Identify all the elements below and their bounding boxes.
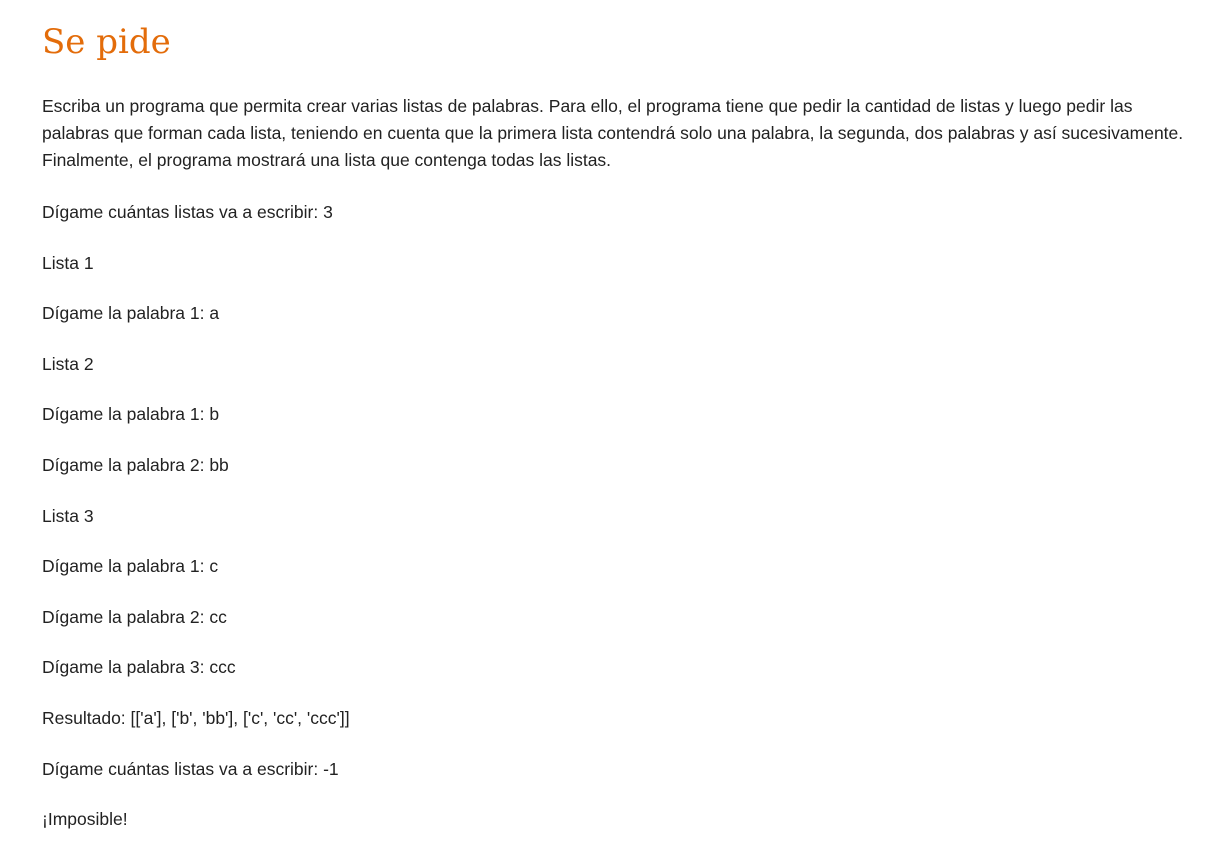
exercise-description: Escriba un programa que permita crear va… [42,96,1184,170]
session-line: ¡Imposible! [42,809,128,830]
session-line: Lista 3 [42,505,94,526]
session-line: Lista 1 [42,252,94,273]
session-line: Dígame la palabra 1: b [42,404,220,425]
session-line: Dígame la palabra 3: ccc [42,657,236,678]
page-title: Se pide [42,22,171,62]
session-line: Dígame la palabra 1: a [42,303,220,324]
session-line: Dígame la palabra 1: c [42,556,219,577]
session-line: Dígame la palabra 2: bb [42,454,229,475]
session-line: Dígame la palabra 2: cc [42,606,227,627]
session-line: Resultado: [['a'], ['b', 'bb'], ['c', 'c… [42,707,350,728]
session-line: Dígame cuántas listas va a escribir: 3 [42,202,333,222]
session-line: Lista 2 [42,353,94,374]
session-line: Dígame cuántas listas va a escribir: -1 [42,758,339,779]
example-session: Dígame cuántas listas va a escribir: 3 L… [42,199,1202,857]
